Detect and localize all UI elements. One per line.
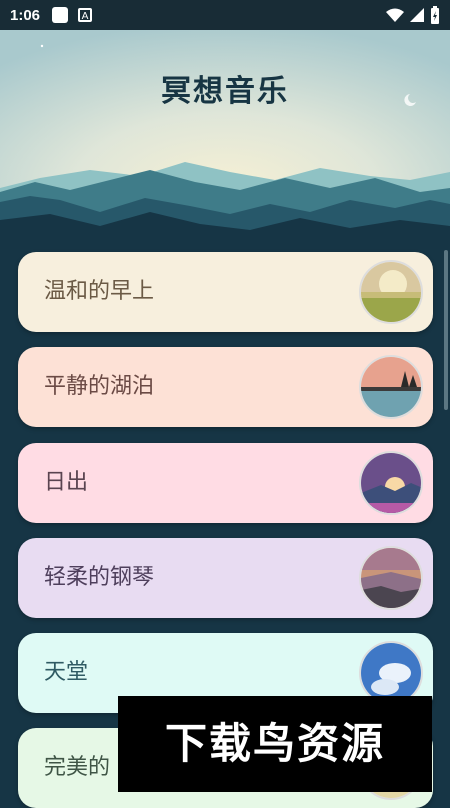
- misty-hills-thumbnail: [359, 546, 423, 610]
- track-card-soft-piano[interactable]: 轻柔的钢琴: [18, 538, 433, 618]
- page-title: 冥想音乐: [161, 74, 289, 109]
- sunrise-thumbnail: [359, 451, 423, 515]
- track-label: 完美的: [44, 755, 111, 780]
- track-card-sunrise[interactable]: 日出: [18, 443, 433, 523]
- status-icons: [386, 0, 440, 30]
- track-card-calm-lake[interactable]: 平静的湖泊: [18, 347, 433, 427]
- header-banner: [0, 30, 450, 250]
- wifi-icon: [386, 8, 404, 22]
- track-label: 轻柔的钢琴: [44, 565, 155, 590]
- notification-icon: [52, 7, 69, 23]
- keyboard-a-icon: A: [78, 8, 93, 22]
- scrollbar[interactable]: [444, 250, 448, 410]
- status-bar: 1:06 A: [0, 0, 450, 30]
- lake-thumbnail: [359, 355, 423, 419]
- morning-field-thumbnail: [359, 260, 423, 324]
- signal-icon: [410, 8, 424, 22]
- battery-icon: [431, 6, 439, 24]
- mountain-landscape-illustration: [0, 30, 450, 250]
- watermark-banner: 下载鸟资源: [118, 696, 432, 792]
- track-label: 平静的湖泊: [44, 374, 155, 399]
- status-time: 1:06: [10, 6, 41, 24]
- track-card-gentle-morning[interactable]: 温和的早上: [18, 252, 433, 332]
- track-label: 温和的早上: [44, 279, 155, 304]
- track-label: 天堂: [44, 660, 89, 685]
- track-label: 日出: [44, 470, 89, 495]
